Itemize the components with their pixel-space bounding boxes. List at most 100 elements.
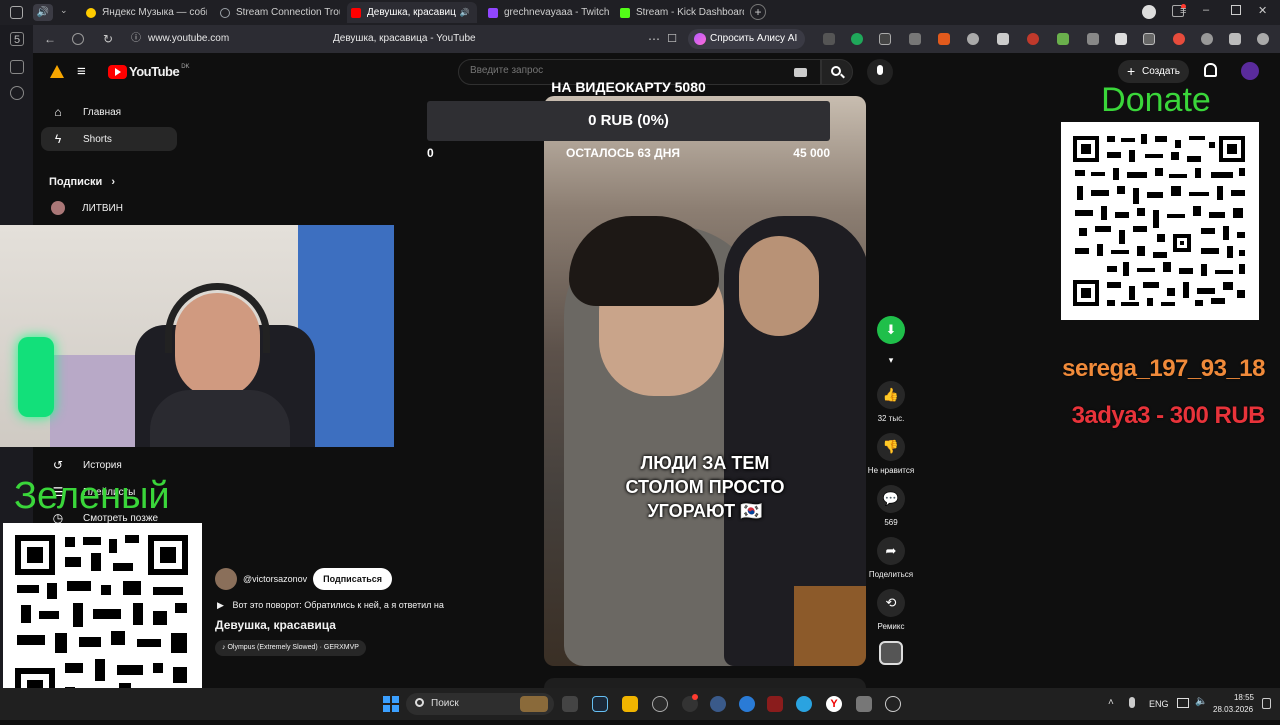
extension-icon-10[interactable] xyxy=(1115,33,1127,45)
tab-kick-dashboard[interactable]: Stream - Kick Dashboard xyxy=(616,2,744,23)
url-text[interactable]: www.youtube.com xyxy=(148,33,229,44)
search-highlight-icon xyxy=(520,696,548,712)
reload-icon[interactable]: ↻ xyxy=(101,32,115,46)
download-icon[interactable] xyxy=(1057,33,1069,45)
tab-title: Stream Connection Troubl xyxy=(236,7,340,18)
download-button[interactable]: ⬇ xyxy=(876,316,906,344)
taskbar-search-box[interactable]: Поиск xyxy=(406,693,554,715)
network-icon[interactable] xyxy=(1177,698,1189,708)
extension-icon-12[interactable] xyxy=(1173,33,1185,45)
tab-stream-connection[interactable]: Stream Connection Troubl xyxy=(216,2,340,23)
remix-button[interactable]: ⟲ Ремикс xyxy=(876,589,906,631)
channel-handle[interactable]: @victorsazonov xyxy=(243,574,307,584)
volume-icon[interactable]: 🔈 xyxy=(1195,696,1207,707)
voice-search-button[interactable] xyxy=(867,59,893,85)
vpn-icon[interactable] xyxy=(739,696,755,712)
hamburger-menu-icon[interactable]: ≡ xyxy=(77,63,86,80)
side-panel-badge[interactable]: 5 xyxy=(10,32,24,46)
tab-twitch[interactable]: grechnevayaaa - Twitch xyxy=(484,2,609,23)
comment-icon: 💬 xyxy=(877,485,905,513)
app-icon-4[interactable] xyxy=(885,696,901,712)
steam-icon[interactable] xyxy=(592,696,608,712)
extension-icon-11[interactable] xyxy=(1143,33,1155,45)
more-options-chevron[interactable]: ▾ xyxy=(876,355,906,366)
yandex-browser-icon[interactable]: Y xyxy=(826,696,842,712)
menu-icon[interactable]: ≡ xyxy=(1180,5,1186,17)
short-video[interactable]: ЛЮДИ ЗА ТЕМ СТОЛОМ ПРОСТО УГОРАЮТ 🇰🇷 xyxy=(544,96,866,666)
notification-center-icon[interactable] xyxy=(1262,698,1271,709)
extension-icon-2[interactable] xyxy=(851,33,863,45)
badge-number: 5 xyxy=(13,34,21,46)
speaker-icon[interactable]: 🔊 xyxy=(460,8,470,17)
reader-icon[interactable] xyxy=(72,33,84,45)
extension-icon-13[interactable] xyxy=(1201,33,1213,45)
alice-button[interactable]: Спросить Алису AI xyxy=(688,29,806,49)
tab-list-icon[interactable] xyxy=(10,6,23,19)
bookmark-icon[interactable]: ☐ xyxy=(665,32,679,46)
profile-icon[interactable] xyxy=(1142,5,1156,19)
dislike-button[interactable]: 👎 Не нравится xyxy=(868,433,914,475)
sidebar-item-subscription[interactable]: ЛИТВИН xyxy=(51,201,123,215)
share-button[interactable]: ➦ Поделиться xyxy=(869,537,913,579)
extension-icon-6[interactable] xyxy=(967,33,979,45)
comments-button[interactable]: 💬 569 xyxy=(876,485,906,527)
extension-icon-7[interactable] xyxy=(997,33,1009,45)
tray-mic-icon[interactable] xyxy=(1129,697,1135,708)
search-input[interactable] xyxy=(470,65,770,76)
obs-icon[interactable] xyxy=(652,696,668,712)
sidebar-item-shorts[interactable]: ϟ Shorts xyxy=(41,127,177,151)
task-view-icon[interactable] xyxy=(562,696,578,712)
short-description[interactable]: ▶ Вот это поворот: Обратились к ней, а я… xyxy=(217,600,444,611)
telegram-icon[interactable] xyxy=(796,696,812,712)
like-button[interactable]: 👍 32 тыс. xyxy=(876,381,906,423)
notifications-bell-icon[interactable] xyxy=(1204,63,1217,77)
close-icon[interactable]: ✕ xyxy=(476,7,477,18)
subscriptions-heading[interactable]: Подписки › xyxy=(49,176,115,188)
app-icon-3[interactable] xyxy=(767,696,783,712)
search-icon xyxy=(415,698,424,707)
extension-icon-3[interactable] xyxy=(879,33,891,45)
chevron-down-icon[interactable]: ⌄ xyxy=(60,5,68,16)
site-info-icon[interactable]: ⓘ xyxy=(129,32,143,46)
audio-tab-icon[interactable]: 🔊 xyxy=(33,4,53,21)
youtube-logo[interactable]: YouTube DK xyxy=(108,64,190,79)
restore-icon[interactable] xyxy=(1231,5,1241,15)
file-explorer-icon[interactable] xyxy=(622,696,638,712)
minimize-icon[interactable]: – xyxy=(1203,4,1209,16)
tab-yandex-music[interactable]: Яндекс Музыка — собир xyxy=(82,2,207,23)
account-avatar[interactable] xyxy=(1241,62,1259,80)
music-pill[interactable]: ♪ Olympus (Extremely Slowed) · GERXMVP xyxy=(215,640,366,656)
app-icon-2[interactable] xyxy=(710,696,726,712)
clock-time[interactable]: 18:55 xyxy=(1230,693,1254,702)
sound-avatar[interactable] xyxy=(879,641,903,665)
close-window-icon[interactable]: ✕ xyxy=(1258,4,1267,17)
calculator-icon[interactable] xyxy=(856,696,872,712)
sidebar-item-home[interactable]: ⌂ Главная xyxy=(41,100,177,124)
channel-avatar[interactable] xyxy=(215,568,237,590)
create-label: Создать xyxy=(1142,66,1181,77)
tray-chevron-icon[interactable]: ˄ xyxy=(1108,697,1114,708)
qr-pattern xyxy=(1073,134,1245,306)
windows-start-icon[interactable] xyxy=(383,696,399,712)
short-title[interactable]: Девушка, красавица xyxy=(215,618,336,632)
extension-icon-14[interactable] xyxy=(1229,33,1241,45)
tab-youtube-short[interactable]: Девушка, красавиц 🔊 ✕ xyxy=(347,2,477,23)
more-icon[interactable]: ⋯ xyxy=(647,32,661,46)
goal-bar: 0 RUB (0%) xyxy=(427,101,830,141)
collections-icon[interactable] xyxy=(10,60,24,74)
keyboard-icon[interactable] xyxy=(794,68,807,77)
goal-title: НА ВИДЕОКАРТУ 5080 xyxy=(551,79,706,95)
new-tab-button[interactable]: + xyxy=(750,4,766,20)
extension-icon-15[interactable] xyxy=(1257,33,1269,45)
windows-taskbar: Поиск Y ˄ ENG 🔈 18:55 28.03.2026 xyxy=(0,688,1280,720)
language-indicator[interactable]: ENG xyxy=(1149,699,1169,709)
extension-icon-5[interactable] xyxy=(938,33,950,45)
extension-icon-8[interactable] xyxy=(1027,33,1039,45)
back-arrow-icon[interactable]: ← xyxy=(43,32,57,46)
history-clock-icon[interactable] xyxy=(10,86,24,100)
clock-date[interactable]: 28.03.2026 xyxy=(1213,705,1253,714)
subscribe-button[interactable]: Подписаться xyxy=(313,568,393,590)
extension-icon-9[interactable] xyxy=(1087,33,1099,45)
extension-icon-4[interactable] xyxy=(909,33,921,45)
extension-icon-1[interactable] xyxy=(823,33,835,45)
